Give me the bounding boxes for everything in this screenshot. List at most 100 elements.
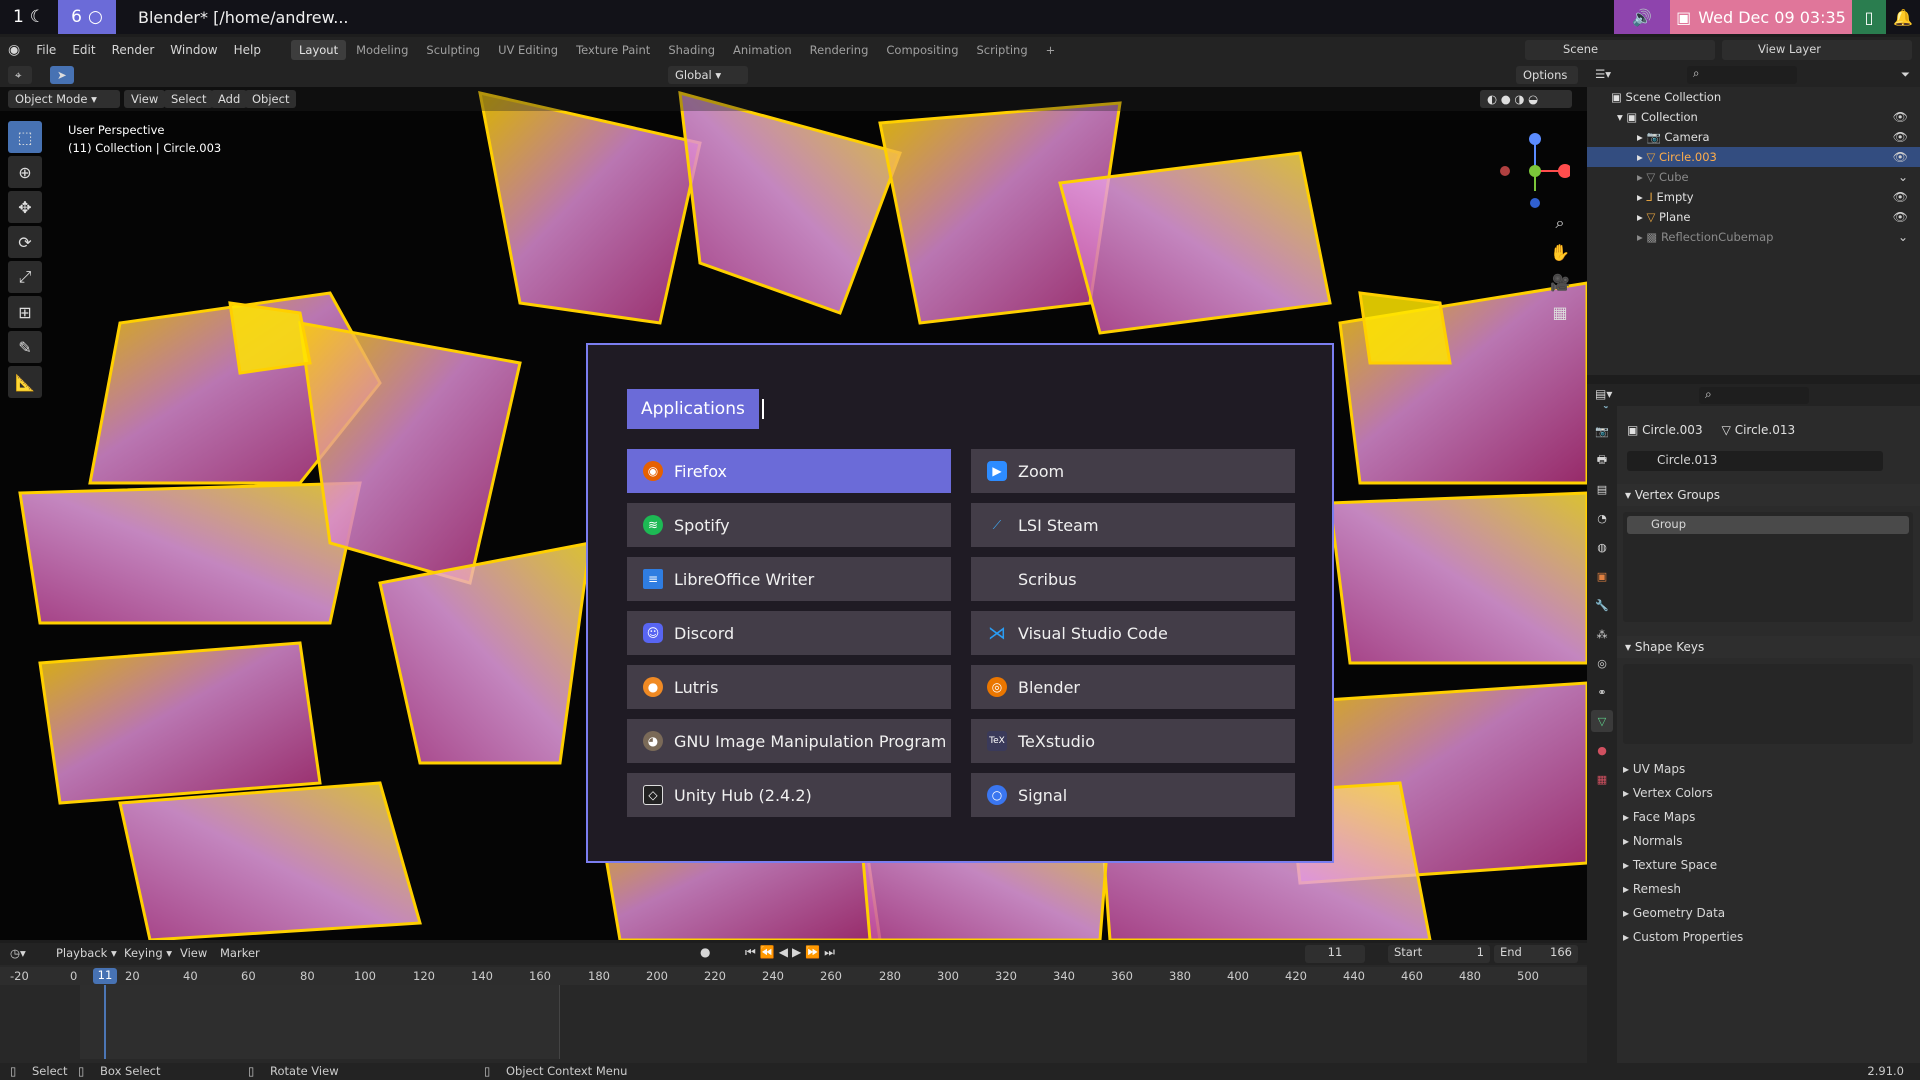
list-item[interactable]: ≡ LibreOffice Writer <box>627 557 951 601</box>
tab-shading[interactable]: Shading <box>660 40 723 60</box>
list-item[interactable]: ◇ Unity Hub (2.4.2) <box>627 773 951 817</box>
menu-keying[interactable]: Keying ▾ <box>120 946 176 960</box>
tab-layout[interactable]: Layout <box>290 40 347 60</box>
select-box-icon[interactable]: ⬚ <box>8 121 42 153</box>
uv-maps-section[interactable]: ▸ UV Maps <box>1623 758 1685 780</box>
outliner-scene-collection[interactable]: ▣ Scene Collection <box>1587 87 1920 107</box>
menu-file[interactable]: File <box>28 43 64 57</box>
measure-icon[interactable]: 📐 <box>8 366 42 398</box>
menu-object[interactable]: Object <box>245 90 297 108</box>
volume-button[interactable]: 🔊 <box>1614 0 1670 34</box>
render-icon[interactable]: 📷 <box>1591 420 1613 442</box>
eye-icon[interactable]: 👁 <box>1893 147 1908 167</box>
clock[interactable]: ▣ Wed Dec 09 03:35 <box>1670 0 1852 34</box>
list-item[interactable]: ≋ Spotify <box>627 503 951 547</box>
view-layer-selector[interactable]: View Layer <box>1722 40 1912 60</box>
eye-icon[interactable]: 👁 <box>1893 127 1908 147</box>
shading-buttons[interactable]: ◐ ● ◑ ◒ <box>1480 90 1572 108</box>
vertex-colors-section[interactable]: ▸ Vertex Colors <box>1623 782 1713 804</box>
tab-scripting[interactable]: Scripting <box>969 40 1036 60</box>
properties-type-icon[interactable]: ▤▾ <box>1595 387 1612 401</box>
mode-dropdown[interactable]: Object Mode ▾ <box>8 90 120 108</box>
camera-view-icon[interactable]: 🎥 <box>1546 268 1574 298</box>
tab-rendering[interactable]: Rendering <box>802 40 877 60</box>
scale-icon[interactable]: ⤢ <box>8 261 42 293</box>
custom-properties-section[interactable]: ▸ Custom Properties <box>1623 926 1743 948</box>
playback-controls[interactable]: ⏮⏪◀▶⏩⏭ <box>745 945 839 960</box>
eye-icon[interactable]: 👁 <box>1893 107 1908 127</box>
blender-logo-icon[interactable]: ◉ <box>0 42 28 58</box>
data-icon[interactable]: ▽ <box>1591 710 1613 732</box>
outliner-item-reflection[interactable]: ▸ ▩ ReflectionCubemap ⌄ <box>1587 227 1920 247</box>
vertex-groups-header[interactable]: ▾ Vertex Groups <box>1617 484 1920 506</box>
list-item[interactable]: ⋊ Visual Studio Code <box>971 611 1295 655</box>
list-item[interactable]: ○ Signal <box>971 773 1295 817</box>
outliner-item-plane[interactable]: ▸ ▽ Plane 👁 <box>1587 207 1920 227</box>
object-icon[interactable]: ▣ <box>1591 565 1613 587</box>
menu-window[interactable]: Window <box>162 43 225 57</box>
menu-edit[interactable]: Edit <box>64 43 103 57</box>
transform-icon[interactable]: ⊞ <box>8 296 42 328</box>
annotate-icon[interactable]: ✎ <box>8 331 42 363</box>
list-item[interactable]: ▶ Zoom <box>971 449 1295 493</box>
rotate-icon[interactable]: ⟳ <box>8 226 42 258</box>
mesh-data-field[interactable]: Circle.013 <box>1627 451 1883 471</box>
battery-indicator[interactable]: ▯ <box>1852 0 1886 34</box>
geometry-data-section[interactable]: ▸ Geometry Data <box>1623 902 1725 924</box>
filter-icon[interactable]: ⏷ <box>1901 67 1910 82</box>
orientation-dropdown[interactable]: Global ▾ <box>668 66 748 84</box>
workspace-1-button[interactable]: 1 ☾ <box>0 0 58 34</box>
select-tool-icon[interactable]: ➤ <box>50 66 74 84</box>
outliner-item-circle[interactable]: ▸ ▽ Circle.003 👁 <box>1587 147 1920 167</box>
outliner-collection[interactable]: ▾ ▣ Collection 👁 <box>1587 107 1920 127</box>
physics-icon[interactable]: ◎ <box>1591 652 1613 674</box>
modifier-icon[interactable]: 🔧 <box>1591 594 1613 616</box>
outliner-item-empty[interactable]: ▸ ⅃ Empty 👁 <box>1587 187 1920 207</box>
texture-space-section[interactable]: ▸ Texture Space <box>1623 854 1717 876</box>
list-item[interactable]: TeX TeXstudio <box>971 719 1295 763</box>
add-workspace-icon[interactable]: + <box>1038 40 1064 60</box>
view-layer-icon[interactable]: ▤ <box>1591 478 1613 500</box>
scene-selector[interactable]: Scene <box>1525 40 1715 60</box>
menu-marker[interactable]: Marker <box>220 946 260 960</box>
face-maps-section[interactable]: ▸ Face Maps <box>1623 806 1695 828</box>
menu-help[interactable]: Help <box>226 43 269 57</box>
list-item[interactable]: ● Lutris <box>627 665 951 709</box>
outliner-item-camera[interactable]: ▸ 📷 Camera 👁 <box>1587 127 1920 147</box>
playhead-label[interactable]: 11 <box>93 968 117 984</box>
material-icon[interactable]: ● <box>1591 739 1613 761</box>
grid-view-icon[interactable]: ▦ <box>1546 298 1574 328</box>
vertex-groups-list[interactable]: Group <box>1623 512 1913 622</box>
options-dropdown[interactable]: Options ▾ <box>1516 66 1578 100</box>
eye-hidden-icon[interactable]: ⌄ <box>1898 227 1908 247</box>
timeline-type-icon[interactable]: ◷▾ <box>10 946 26 960</box>
launcher-search-input[interactable] <box>762 399 764 419</box>
eye-icon[interactable]: 👁 <box>1893 207 1908 227</box>
menu-render[interactable]: Render <box>104 43 163 57</box>
tab-compositing[interactable]: Compositing <box>878 40 966 60</box>
record-icon[interactable]: ● <box>700 945 710 959</box>
start-frame-field[interactable]: Start 1 <box>1388 945 1490 963</box>
tab-sculpting[interactable]: Sculpting <box>418 40 488 60</box>
menu-select[interactable]: Select <box>164 90 214 108</box>
output-icon[interactable]: 🖶 <box>1591 449 1613 471</box>
tab-modeling[interactable]: Modeling <box>348 40 416 60</box>
menu-timeline-view[interactable]: View <box>180 946 207 960</box>
menu-add[interactable]: Add <box>211 90 248 108</box>
list-item[interactable]: ◕ GNU Image Manipulation Program <box>627 719 951 763</box>
shape-keys-header[interactable]: ▾ Shape Keys <box>1617 636 1920 658</box>
remesh-section[interactable]: ▸ Remesh <box>1623 878 1681 900</box>
shape-keys-list[interactable] <box>1623 664 1913 744</box>
list-item[interactable]: ◉ Firefox <box>627 449 951 493</box>
outliner-type-icon[interactable]: ☰▾ <box>1595 67 1611 81</box>
world-icon[interactable]: ◍ <box>1591 536 1613 558</box>
cursor-icon[interactable]: ⊕ <box>8 156 42 188</box>
timeline[interactable]: ◷▾ Playback ▾ Keying ▾ View Marker ● ⏮⏪◀… <box>0 943 1587 1063</box>
notification-button[interactable]: 🔔 <box>1886 0 1920 34</box>
normals-section[interactable]: ▸ Normals <box>1623 830 1683 852</box>
constraints-icon[interactable]: ⚭ <box>1591 681 1613 703</box>
list-item[interactable]: Group <box>1627 516 1909 534</box>
list-item[interactable]: ⟋ LSI Steam <box>971 503 1295 547</box>
tab-uv-editing[interactable]: UV Editing <box>490 40 566 60</box>
editor-type-icon[interactable]: ⌖ <box>8 66 32 84</box>
